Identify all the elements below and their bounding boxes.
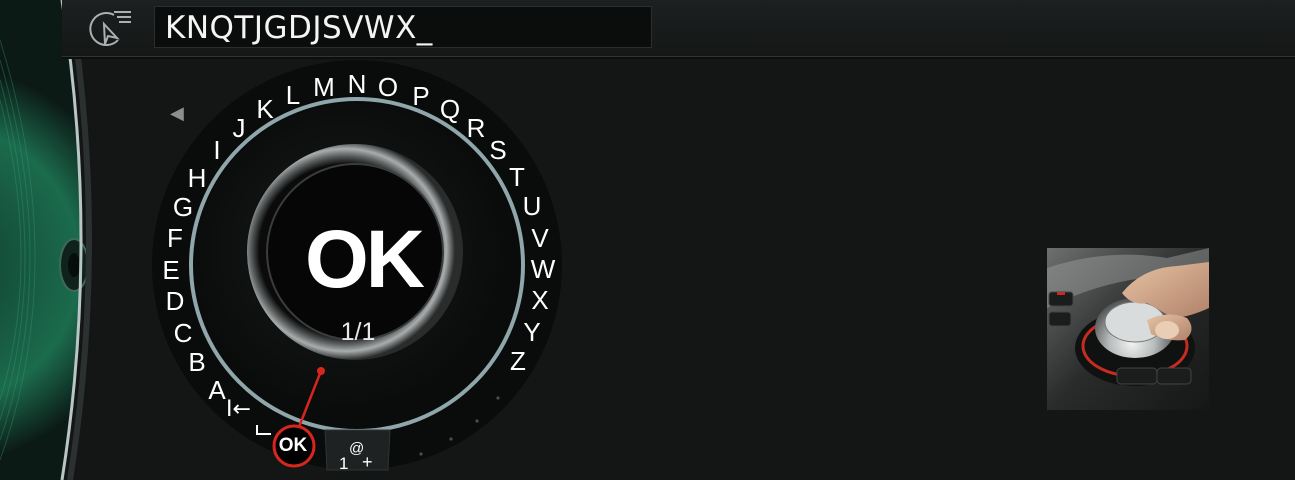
letter-w[interactable]: W (528, 254, 558, 284)
special-characters-button[interactable]: 1 @ + (330, 440, 380, 474)
letter-x[interactable]: X (525, 285, 555, 315)
letter-u[interactable]: U (517, 191, 547, 221)
page-indicator: 1/1 (340, 318, 376, 346)
destination-text-input[interactable]: KNQTJGDJSVWX_ (154, 6, 652, 48)
letter-y[interactable]: Y (517, 317, 547, 347)
letter-g[interactable]: G (168, 192, 198, 222)
letter-o[interactable]: O (373, 72, 403, 102)
letter-a[interactable]: A (202, 375, 232, 405)
letter-t[interactable]: T (502, 162, 532, 192)
letter-d[interactable]: D (160, 286, 190, 316)
letter-k[interactable]: K (250, 94, 280, 124)
letter-c[interactable]: C (168, 318, 198, 348)
top-bar-divider (62, 57, 1295, 59)
letter-s[interactable]: S (483, 135, 513, 165)
letter-m[interactable]: M (309, 72, 339, 102)
letter-h[interactable]: H (182, 163, 212, 193)
special-chars-plus: + (362, 452, 373, 472)
letter-n[interactable]: N (342, 69, 372, 99)
letter-z[interactable]: Z (503, 346, 533, 376)
ok-confirm-button[interactable]: OK (305, 219, 425, 301)
letter-l[interactable]: L (278, 80, 308, 110)
special-chars-digit: 1 (339, 454, 349, 473)
letter-f[interactable]: F (160, 223, 190, 253)
letter-p[interactable]: P (406, 81, 436, 111)
ok-small-button[interactable]: OK (271, 426, 315, 466)
side-decoration (0, 0, 92, 480)
letter-b[interactable]: B (182, 347, 212, 377)
letter-v[interactable]: V (525, 223, 555, 253)
controller-photo (1047, 248, 1209, 410)
navigation-destination-icon (89, 11, 131, 47)
back-arrow-icon[interactable]: ◀ (170, 102, 194, 126)
letter-e[interactable]: E (156, 255, 186, 285)
